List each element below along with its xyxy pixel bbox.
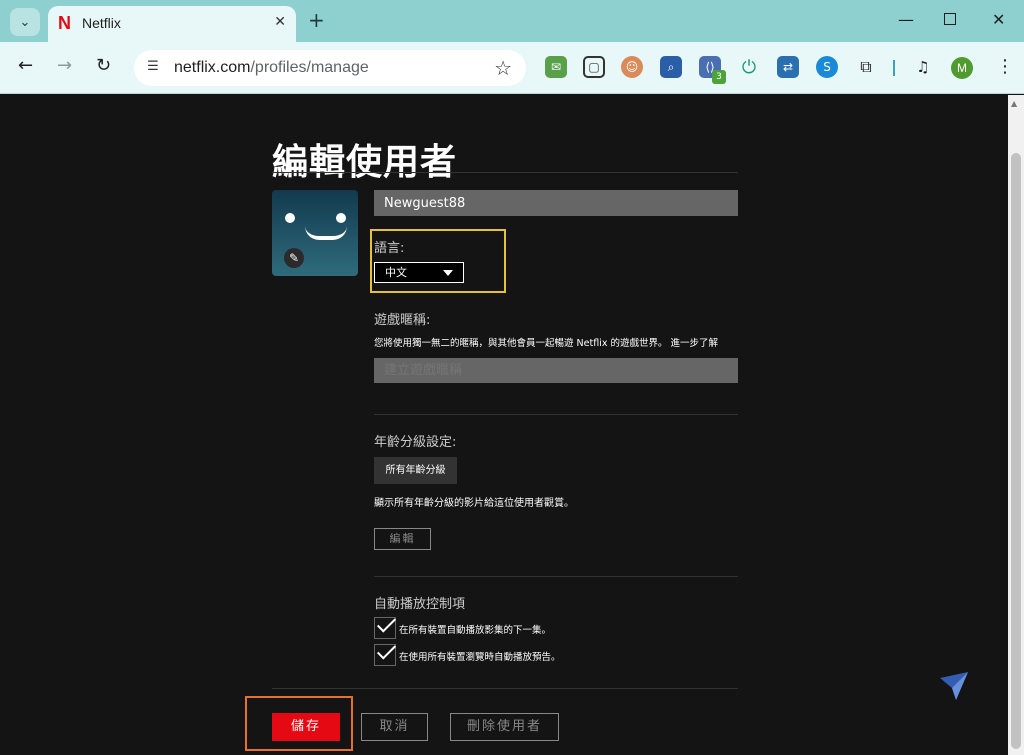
forward-arrow-icon[interactable]: → (57, 56, 72, 76)
netflix-favicon-icon: N (58, 13, 71, 33)
maturity-edit-button[interactable]: 編輯 (374, 528, 431, 550)
address-bar[interactable]: ☰ netflix.com/profiles/manage ☆ (134, 50, 526, 86)
language-selected-value: 中文 (385, 266, 407, 279)
caret-down-icon (443, 270, 453, 276)
watermark-logo-icon (940, 672, 968, 700)
avatar-left-eye (285, 213, 295, 223)
page-title: 編輯使用者 (272, 142, 458, 183)
section-divider (374, 576, 738, 577)
page-scrollbar[interactable]: ▲ (1008, 95, 1024, 755)
checkmark-icon (376, 640, 397, 660)
browser-toolbar: ← → ↻ ☰ netflix.com/profiles/manage ☆ ✉ … (0, 42, 1024, 94)
section-divider (272, 688, 738, 689)
autoplay-next-episode-checkbox[interactable] (374, 613, 397, 639)
avatar-right-eye (336, 213, 346, 223)
title-divider (272, 172, 738, 173)
toolbar-separator (893, 60, 895, 76)
browser-tab-netflix[interactable]: N Netflix ✕ (48, 6, 296, 42)
url-text: netflix.com/profiles/manage (174, 59, 369, 77)
section-divider (374, 414, 738, 415)
profile-avatar-image[interactable]: ✎ (272, 190, 358, 276)
power-extension-icon[interactable]: ⏻ (738, 56, 760, 78)
cancel-button[interactable]: 取消 (361, 713, 428, 741)
scroll-thumb[interactable] (1011, 153, 1021, 749)
minimize-icon[interactable]: — (898, 10, 914, 29)
extension-mail-icon[interactable]: ✉ (545, 56, 567, 78)
extension-badge: 3 (712, 70, 726, 84)
browser-menu-icon[interactable]: ⋮ (996, 56, 1014, 77)
new-tab-icon[interactable]: + (308, 10, 325, 30)
url-domain: netflix.com (174, 59, 251, 76)
language-select[interactable]: 中文 (374, 262, 464, 283)
url-path: /profiles/manage (250, 59, 369, 76)
autoplay-label: 自動播放控制項 (374, 597, 466, 612)
autoplay-previews-checkbox[interactable] (374, 640, 397, 666)
avatar-smile (305, 226, 347, 240)
gamer-handle-hint: 您將使用獨一無二的暱稱，與其他會員一起暢遊 Netflix 的遊戲世界。 進一步… (374, 338, 718, 349)
profile-name-input[interactable] (374, 190, 738, 216)
extensions-puzzle-icon[interactable]: ⧉ (855, 56, 877, 78)
tab-close-icon[interactable]: ✕ (274, 14, 286, 30)
tab-title: Netflix (82, 15, 121, 31)
gamer-handle-label: 遊戲暱稱: (374, 313, 431, 328)
extension-search-icon[interactable]: ⌕ (660, 56, 682, 78)
language-label: 語言: (374, 241, 405, 256)
edit-pencil-icon[interactable]: ✎ (284, 248, 304, 268)
media-control-icon[interactable]: ♫ (912, 56, 934, 78)
autoplay-previews-label: 在使用所有裝置瀏覽時自動播放預告。 (399, 652, 561, 663)
extension-share-icon[interactable]: ⇄ (777, 56, 799, 78)
maturity-label: 年齡分級設定: (374, 435, 457, 450)
back-arrow-icon[interactable]: ← (18, 56, 33, 76)
extension-face-icon[interactable]: ☺ (621, 56, 643, 78)
screenshot-extension-icon[interactable]: ▢ (583, 56, 605, 78)
save-button[interactable]: 儲存 (272, 713, 340, 741)
site-settings-icon[interactable]: ☰ (144, 59, 162, 77)
maximize-icon[interactable] (944, 13, 956, 25)
tab-search-button[interactable]: ⌄ (10, 8, 40, 36)
autoplay-next-episode-label: 在所有裝置自動播放影集的下一集。 (399, 625, 552, 636)
shazam-extension-icon[interactable]: S (816, 56, 838, 78)
maturity-description: 顯示所有年齡分級的影片給這位使用者觀賞。 (374, 498, 574, 509)
reload-icon[interactable]: ↻ (96, 56, 111, 76)
gamer-handle-input[interactable] (374, 358, 738, 383)
bookmark-star-icon[interactable]: ☆ (494, 56, 512, 80)
browser-tabstrip: ⌄ N Netflix ✕ + — ✕ (0, 0, 1024, 42)
window-close-icon[interactable]: ✕ (992, 10, 1005, 29)
maturity-rating-badge: 所有年齡分級 (374, 457, 457, 484)
chevron-down-icon: ⌄ (19, 14, 31, 30)
profile-avatar[interactable]: M (951, 57, 973, 79)
checkmark-icon (376, 613, 397, 633)
scroll-up-arrow-icon[interactable]: ▲ (1011, 99, 1017, 108)
delete-profile-button[interactable]: 刪除使用者 (450, 713, 559, 741)
